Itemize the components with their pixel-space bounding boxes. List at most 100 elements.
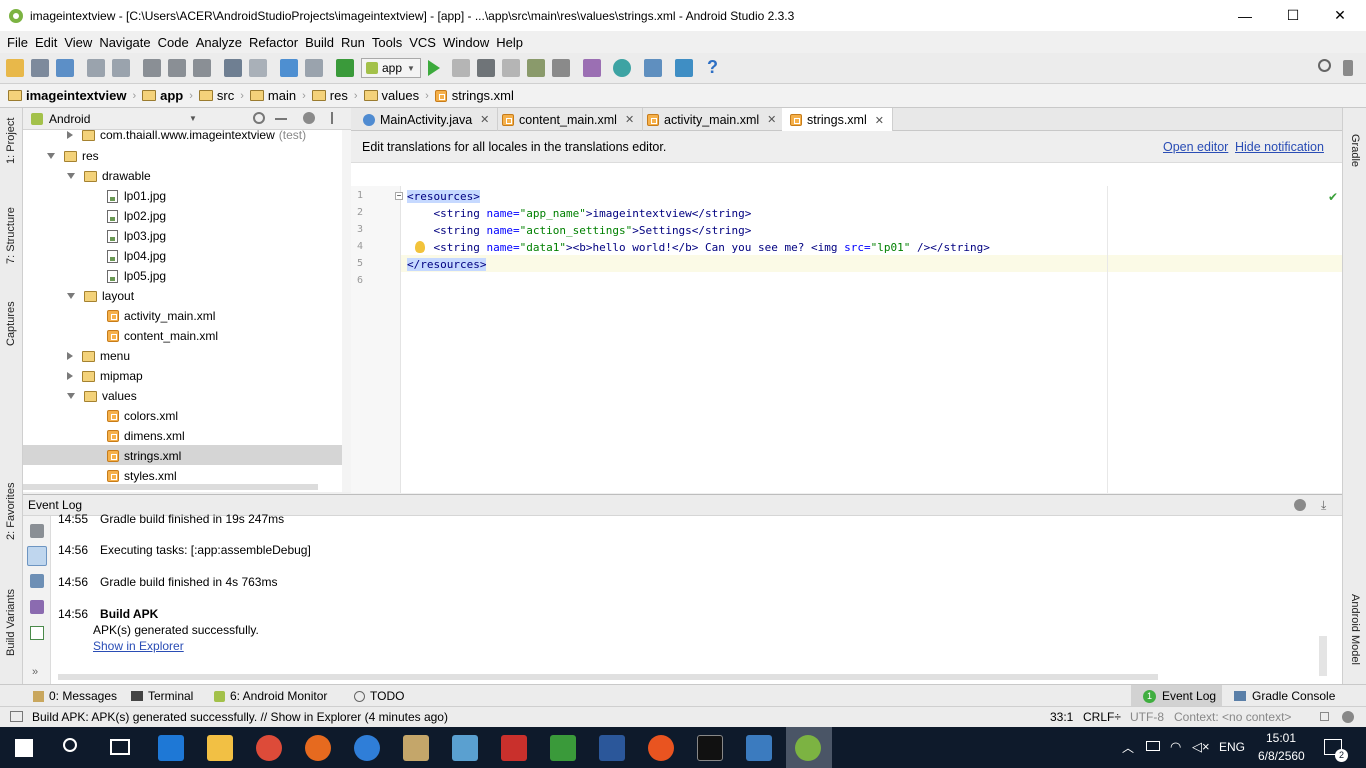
tree-horizontal-scrollbar[interactable] — [23, 484, 318, 490]
breadcrumb-item[interactable]: strings.xml — [434, 88, 514, 103]
hide-notification-link[interactable]: Hide notification — [1235, 140, 1324, 154]
tree-scrollbar[interactable] — [342, 130, 351, 492]
tab-event-log[interactable]: 1 Event Log — [1131, 685, 1222, 707]
code-line[interactable]: <string name="action_settings">Settings<… — [407, 222, 751, 239]
line-separator[interactable]: CRLF÷ — [1083, 710, 1121, 724]
breadcrumb-item[interactable]: src › — [198, 88, 244, 103]
close-tab-icon[interactable]: ✕ — [480, 113, 489, 126]
file-encoding[interactable]: UTF-8 — [1130, 710, 1164, 724]
notepadplusplus-icon[interactable] — [550, 735, 576, 761]
chevron-up-icon[interactable]: ︿ — [1122, 739, 1134, 756]
tree-item[interactable]: content_main.xml — [107, 326, 218, 346]
tool-project[interactable]: 1: Project — [5, 118, 17, 164]
volume-muted-icon[interactable]: ◁× — [1192, 739, 1210, 755]
menu-code[interactable]: Code — [155, 35, 192, 50]
internet-explorer-icon[interactable] — [354, 735, 380, 761]
windows-start-icon[interactable] — [15, 739, 33, 757]
notepad-icon[interactable] — [452, 735, 478, 761]
replace-icon[interactable] — [249, 59, 267, 77]
close-tab-icon[interactable]: ✕ — [625, 113, 634, 126]
tool-captures[interactable]: Captures — [5, 301, 17, 346]
tool-android-model[interactable]: Android Model — [1349, 594, 1361, 665]
tree-item[interactable]: menu — [67, 346, 130, 366]
command-prompt-icon[interactable] — [697, 735, 723, 761]
tree-item[interactable]: lp02.jpg — [107, 206, 166, 226]
close-tab-icon[interactable]: ✕ — [875, 114, 884, 127]
tab-content-main[interactable]: content_main.xml ✕ — [494, 108, 644, 131]
breadcrumb-item[interactable]: imageintextview › — [8, 88, 136, 103]
word-icon[interactable] — [599, 735, 625, 761]
project-structure-icon[interactable] — [644, 59, 662, 77]
tab-messages[interactable]: 0: Messages — [33, 685, 117, 707]
open-folder-icon[interactable] — [6, 59, 24, 77]
menu-navigate[interactable]: Navigate — [96, 35, 153, 50]
tab-strings[interactable]: strings.xml ✕ — [782, 108, 893, 132]
breadcrumb-item[interactable]: res › — [311, 88, 358, 103]
undo-icon[interactable] — [87, 59, 105, 77]
chevron-down-icon[interactable]: ▼ — [189, 114, 197, 123]
paste-icon[interactable] — [193, 59, 211, 77]
run-config-select[interactable]: app ▼ — [361, 58, 421, 78]
tree-item[interactable]: activity_main.xml — [107, 306, 215, 326]
save-icon[interactable] — [31, 59, 49, 77]
make-project-icon[interactable] — [336, 59, 354, 77]
hector-icon[interactable] — [1342, 711, 1354, 723]
tree-item[interactable]: layout — [67, 286, 134, 306]
show-in-explorer-link[interactable]: Show in Explorer — [93, 639, 184, 653]
log-vertical-scrollbar[interactable] — [1319, 636, 1327, 676]
filezilla-icon[interactable] — [501, 735, 527, 761]
menu-analyze[interactable]: Analyze — [193, 35, 245, 50]
redo-icon[interactable] — [112, 59, 130, 77]
run-icon[interactable] — [428, 60, 440, 76]
tab-todo[interactable]: TODO — [354, 685, 404, 707]
log-horizontal-scrollbar[interactable] — [58, 674, 1158, 680]
breadcrumb-item[interactable]: main › — [249, 88, 306, 103]
scroll-from-source-icon[interactable] — [253, 112, 265, 124]
maximize-button[interactable]: ☐ — [1270, 0, 1316, 31]
menu-file[interactable]: File — [4, 35, 31, 50]
menu-window[interactable]: Window — [440, 35, 492, 50]
virtualbox-icon[interactable] — [746, 735, 772, 761]
sdk-manager-icon[interactable] — [675, 59, 693, 77]
gear-icon[interactable] — [1294, 499, 1306, 511]
tab-android-monitor[interactable]: 6: Android Monitor — [214, 685, 327, 707]
clock-date[interactable]: 6/8/2560 — [1258, 749, 1305, 763]
open-editor-link[interactable]: Open editor — [1163, 140, 1228, 154]
close-tab-icon[interactable]: ✕ — [767, 113, 776, 126]
menu-run[interactable]: Run — [338, 35, 368, 50]
profile-icon[interactable] — [502, 59, 520, 77]
tab-gradle-console[interactable]: Gradle Console — [1234, 685, 1335, 707]
android-studio-icon[interactable] — [795, 735, 821, 761]
soft-wrap-icon[interactable] — [30, 574, 44, 588]
tree-item[interactable]: lp04.jpg — [107, 246, 166, 266]
cut-icon[interactable] — [143, 59, 161, 77]
code-line[interactable]: </resources> — [407, 256, 487, 273]
menu-edit[interactable]: Edit — [32, 35, 60, 50]
sync-gradle-icon[interactable] — [613, 59, 631, 77]
tree-item[interactable]: lp03.jpg — [107, 226, 166, 246]
tab-activity-main[interactable]: activity_main.xml ✕ — [639, 108, 786, 131]
wifi-icon[interactable]: ◠ — [1170, 739, 1181, 755]
tab-terminal[interactable]: Terminal — [131, 685, 193, 707]
project-view-select[interactable]: Android — [49, 112, 189, 126]
edge-icon[interactable] — [158, 735, 184, 761]
tool-windows-toggle-icon[interactable] — [10, 711, 23, 722]
file-explorer-icon[interactable] — [207, 735, 233, 761]
tree-item[interactable]: values — [67, 386, 137, 406]
show-balloons-icon[interactable] — [30, 600, 44, 614]
tab-mainactivity[interactable]: MainActivity.java ✕ — [355, 108, 499, 131]
tree-item[interactable]: styles.xml — [107, 466, 177, 486]
tool-build-variants[interactable]: Build Variants — [5, 589, 17, 656]
apply-changes-icon[interactable] — [452, 59, 470, 77]
hide-panel-icon[interactable]: ⤓ — [1321, 498, 1326, 513]
tree-item[interactable]: com.thaiall.www.imageintextview (test) — [67, 130, 306, 145]
clock-time[interactable]: 15:01 — [1266, 731, 1296, 745]
firefox-icon[interactable] — [305, 735, 331, 761]
menu-refactor[interactable]: Refactor — [246, 35, 301, 50]
menu-help[interactable]: Help — [493, 35, 526, 50]
chrome-icon[interactable] — [256, 735, 282, 761]
help-icon[interactable]: ? — [707, 57, 718, 78]
menu-view[interactable]: View — [61, 35, 95, 50]
search-everywhere-icon[interactable] — [1318, 59, 1331, 72]
minimize-button[interactable]: — — [1222, 0, 1268, 31]
